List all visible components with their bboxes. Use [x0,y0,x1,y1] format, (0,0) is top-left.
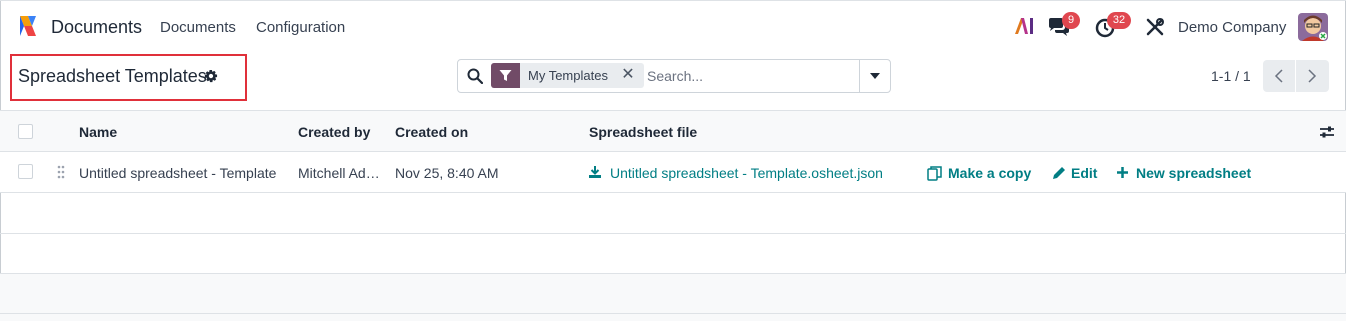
top-navbar: Documents Documents Configuration 9 32 D… [0,0,1346,52]
edit-label: Edit [1071,165,1098,181]
facet-label: My Templates [528,68,608,83]
activity-badge: 32 [1107,12,1131,29]
filter-icon [499,70,512,81]
cell-created-on[interactable]: Nov 25, 8:40 AM [395,165,499,181]
column-header-created-on[interactable]: Created on [395,124,468,140]
menu-configuration[interactable]: Configuration [256,19,345,36]
drag-handle-icon[interactable] [57,164,65,180]
column-header-name[interactable]: Name [79,124,117,140]
menu-documents[interactable]: Documents [160,19,236,36]
download-icon [589,166,601,178]
copy-icon [927,166,942,181]
search-input[interactable] [647,64,852,88]
empty-list-row [0,314,1346,321]
empty-list-row [0,234,1346,274]
new-spreadsheet-label: New spreadsheet [1136,165,1252,181]
company-switcher[interactable]: Demo Company [1178,19,1286,36]
debug-tools-icon[interactable] [1145,17,1165,37]
app-name[interactable]: Documents [51,17,142,38]
avatar[interactable] [1298,13,1328,41]
column-header-spreadsheet-file[interactable]: Spreadsheet file [589,124,697,140]
edit-button[interactable]: Edit [1052,164,1102,182]
spreadsheet-file-link[interactable]: Untitled spreadsheet - Template.osheet.j… [588,164,898,182]
new-spreadsheet-button[interactable]: New spreadsheet [1116,164,1256,182]
pager-value[interactable]: 1-1 / 1 [1211,68,1251,84]
pencil-icon [1053,167,1065,179]
select-all-checkbox[interactable] [18,124,33,139]
pager-next-button[interactable] [1296,60,1329,92]
empty-list-row [0,274,1346,314]
empty-list-row [0,194,1346,234]
gear-icon[interactable] [203,69,218,84]
column-header-created-by[interactable]: Created by [298,124,370,140]
app-logo[interactable] [15,13,41,39]
chevron-right-icon [1308,69,1317,83]
ai-icon[interactable] [1013,16,1035,36]
search-icon[interactable] [467,68,483,84]
make-a-copy-label: Make a copy [948,165,1032,181]
caret-down-icon [870,73,880,79]
chat-badge: 9 [1062,12,1080,29]
close-icon[interactable]: ✕ [621,67,635,83]
page-title: Spreadsheet Templates [18,66,207,86]
cell-created-by[interactable]: Mitchell Admin [298,165,386,181]
cell-name[interactable]: Untitled spreadsheet - Template [79,165,276,181]
make-a-copy-button[interactable]: Make a copy [927,164,1037,182]
chevron-left-icon [1274,69,1283,83]
pager-previous-button[interactable] [1263,60,1295,92]
row-checkbox[interactable] [18,164,33,179]
column-settings-icon[interactable] [1319,124,1335,140]
spreadsheet-file-name: Untitled spreadsheet - Template.osheet.j… [610,165,883,181]
search-options-toggle[interactable] [860,60,890,92]
plus-icon [1117,167,1128,178]
